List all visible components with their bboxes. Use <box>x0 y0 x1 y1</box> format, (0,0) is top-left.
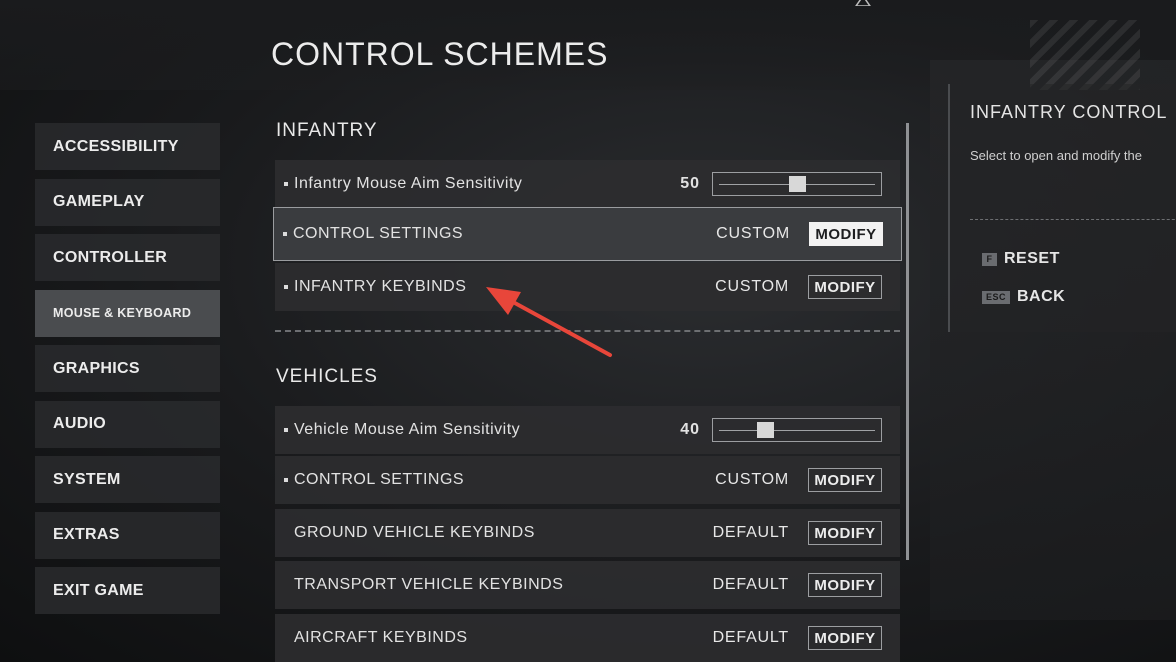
bullet-marker <box>284 478 288 482</box>
sensitivity-value: 50 <box>680 175 700 192</box>
vehicle-sensitivity-row[interactable]: Vehicle Mouse Aim Sensitivity 40 <box>275 406 900 454</box>
modify-button[interactable]: MODIFY <box>808 626 882 650</box>
annotation-arrow-icon <box>486 287 612 357</box>
aircraft-keybinds-row[interactable]: AIRCRAFT KEYBINDS DEFAULT MODIFY <box>275 614 900 662</box>
nav-item-accessibility[interactable]: ACCESSIBILITY <box>35 123 220 170</box>
nav-item-label: CONTROLLER <box>53 248 168 266</box>
ground-vehicle-keybinds-row[interactable]: GROUND VEHICLE KEYBINDS DEFAULT MODIFY <box>275 509 900 557</box>
page-title: CONTROL SCHEMES <box>271 36 609 72</box>
nav-item-label: EXTRAS <box>53 526 120 543</box>
back-hint[interactable]: ESC BACK <box>982 288 1065 306</box>
slider-thumb[interactable] <box>757 422 775 438</box>
row-label: CONTROL SETTINGS <box>293 225 464 242</box>
status-value: DEFAULT <box>712 524 789 541</box>
status-value: CUSTOM <box>716 225 790 242</box>
nav-item-label: AUDIO <box>53 415 107 432</box>
vehicle-sensitivity-slider[interactable] <box>712 418 882 442</box>
bullet-marker <box>284 285 288 289</box>
hint-label: BACK <box>1017 288 1066 305</box>
infantry-sensitivity-slider[interactable] <box>712 172 882 196</box>
status-value: DEFAULT <box>712 629 789 646</box>
bullet-marker <box>284 428 288 432</box>
settings-nav: ACCESSIBILITY GAMEPLAY CONTROLLER MOUSE … <box>35 123 220 623</box>
modify-button[interactable]: MODIFY <box>809 222 883 246</box>
infantry-control-settings-row[interactable]: CONTROL SETTINGS CUSTOM MODIFY <box>273 207 902 261</box>
modify-button[interactable]: MODIFY <box>808 275 882 299</box>
key-f-icon: F <box>982 252 997 266</box>
nav-item-audio[interactable]: AUDIO <box>35 400 220 448</box>
vehicle-control-settings-row[interactable]: CONTROL SETTINGS CUSTOM MODIFY <box>275 456 900 504</box>
modify-button[interactable]: MODIFY <box>808 573 882 597</box>
info-panel: INFANTRY CONTROL Select to open and modi… <box>948 84 1176 332</box>
nav-item-label: GRAPHICS <box>53 359 140 377</box>
slider-thumb[interactable] <box>788 176 806 192</box>
nav-item-label: MOUSE & KEYBOARD <box>53 306 192 320</box>
reset-hint[interactable]: F RESET <box>982 250 1060 268</box>
scrollbar[interactable] <box>906 123 909 560</box>
sensitivity-value: 40 <box>680 421 700 438</box>
nav-item-label: EXIT GAME <box>53 581 144 599</box>
modify-button[interactable]: MODIFY <box>808 521 882 545</box>
row-label: CONTROL SETTINGS <box>294 471 465 488</box>
bullet-marker <box>284 182 288 186</box>
transport-vehicle-keybinds-row[interactable]: TRANSPORT VEHICLE KEYBINDS DEFAULT MODIF… <box>275 561 900 609</box>
nav-item-exit-game[interactable]: EXIT GAME <box>35 567 220 614</box>
infantry-sensitivity-row[interactable]: Infantry Mouse Aim Sensitivity 50 <box>275 160 900 208</box>
row-label: TRANSPORT VEHICLE KEYBINDS <box>294 576 564 593</box>
info-panel-title: INFANTRY CONTROL <box>970 102 1168 122</box>
nav-item-mouse-keyboard[interactable]: MOUSE & KEYBOARD <box>35 289 220 337</box>
nav-item-system[interactable]: SYSTEM <box>35 456 220 503</box>
nav-item-controller[interactable]: CONTROLLER <box>35 234 220 281</box>
key-esc-icon: ESC <box>982 290 1010 304</box>
nav-item-label: SYSTEM <box>53 470 121 488</box>
slider-track <box>719 430 875 431</box>
status-value: CUSTOM <box>715 471 789 488</box>
nav-item-gameplay[interactable]: GAMEPLAY <box>35 178 220 226</box>
nav-item-graphics[interactable]: GRAPHICS <box>35 345 220 392</box>
triangle-icon <box>855 0 871 6</box>
modify-button[interactable]: MODIFY <box>808 468 882 492</box>
background-texture <box>1030 20 1140 90</box>
section-title-infantry: INFANTRY <box>276 120 378 141</box>
nav-item-extras[interactable]: EXTRAS <box>35 511 220 559</box>
row-label: Infantry Mouse Aim Sensitivity <box>294 175 523 192</box>
hint-label: RESET <box>1004 250 1060 267</box>
section-title-vehicles: VEHICLES <box>276 366 378 387</box>
row-label: GROUND VEHICLE KEYBINDS <box>294 524 535 541</box>
row-label: Vehicle Mouse Aim Sensitivity <box>294 421 521 438</box>
status-value: DEFAULT <box>712 576 789 593</box>
nav-item-label: ACCESSIBILITY <box>53 137 179 155</box>
row-label: AIRCRAFT KEYBINDS <box>294 629 468 646</box>
status-value: CUSTOM <box>715 278 789 295</box>
info-panel-description: Select to open and modify the <box>970 148 1143 163</box>
info-panel-divider <box>970 219 1176 220</box>
bullet-marker <box>283 232 287 236</box>
nav-item-label: GAMEPLAY <box>53 193 145 210</box>
